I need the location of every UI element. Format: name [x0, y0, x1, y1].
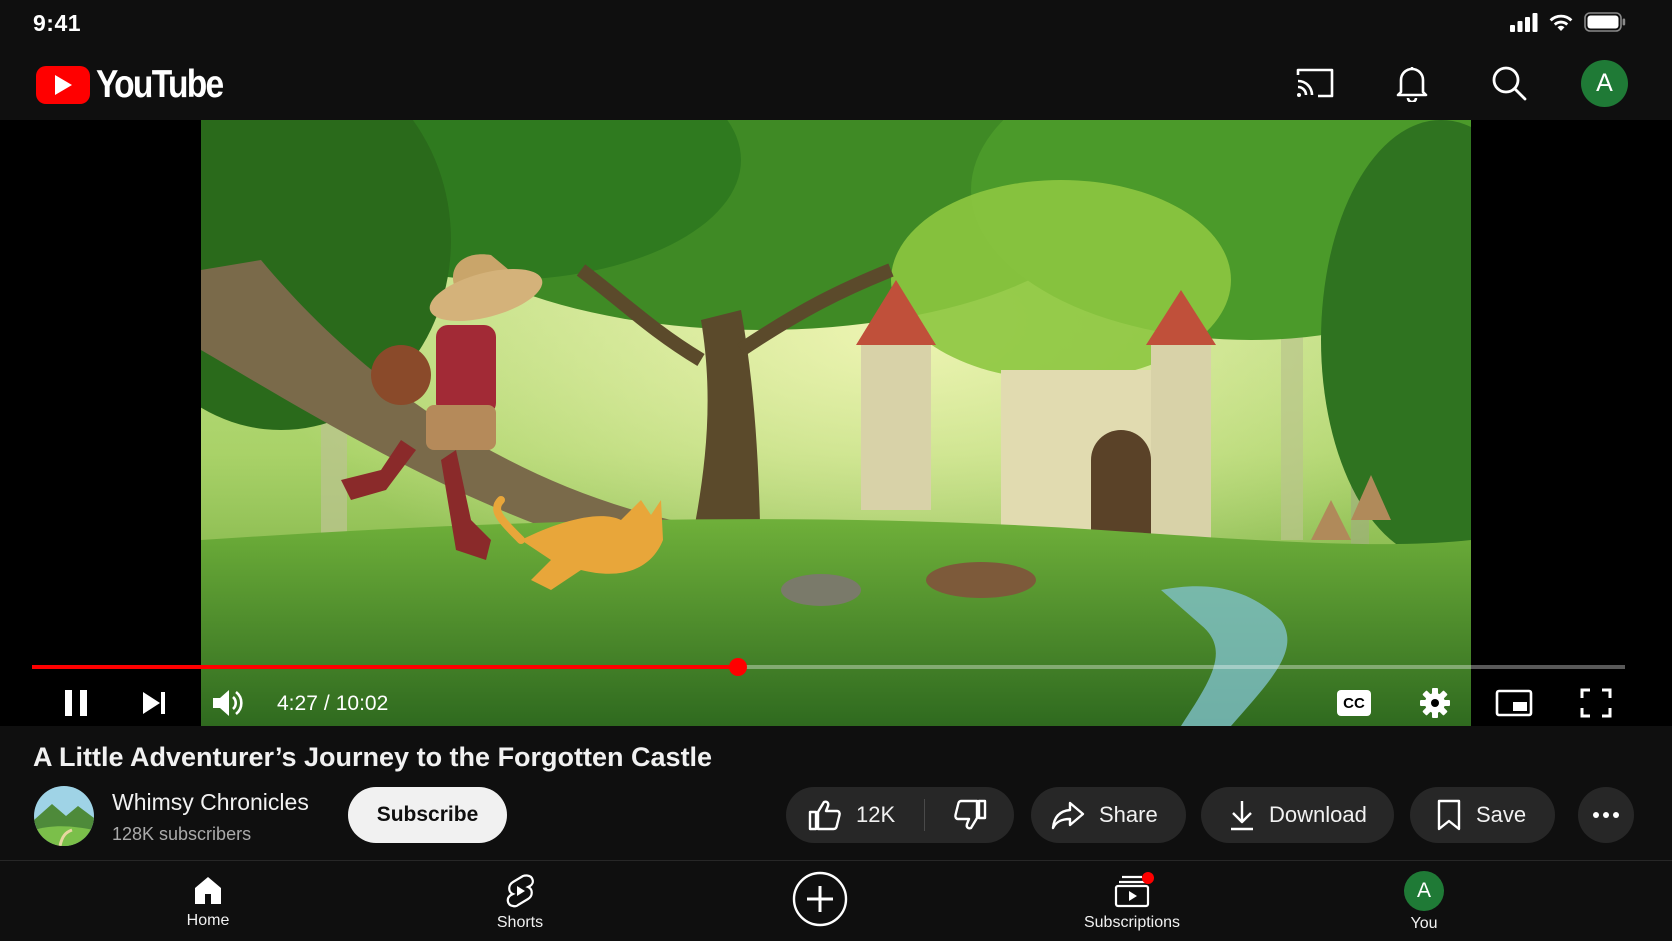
cellular-signal-icon — [1510, 13, 1538, 32]
progress-bar[interactable] — [32, 658, 1625, 676]
cc-label: CC — [1343, 694, 1365, 712]
miniplayer-icon — [1495, 689, 1533, 717]
thumbs-up-icon — [808, 800, 841, 831]
more-horizontal-icon — [1593, 812, 1619, 818]
video-player[interactable]: 4:27/10:02 CC — [0, 120, 1672, 726]
miniplayer-button[interactable] — [1494, 680, 1534, 726]
cast-button[interactable] — [1290, 58, 1340, 108]
bookmark-icon — [1437, 799, 1461, 831]
cast-icon — [1296, 68, 1334, 98]
account-avatar[interactable]: A — [1581, 59, 1628, 107]
nav-you[interactable]: A You — [1384, 861, 1464, 941]
bell-icon — [1396, 67, 1428, 102]
channel-name[interactable]: Whimsy Chronicles — [112, 789, 309, 816]
volume-button[interactable] — [208, 680, 248, 726]
nav-home[interactable]: Home — [168, 861, 248, 941]
video-frame[interactable] — [201, 120, 1471, 726]
cc-icon: CC — [1337, 690, 1371, 716]
video-scene-image — [201, 120, 1471, 726]
current-time: 4:27 — [277, 692, 318, 715]
download-label: Download — [1269, 802, 1367, 827]
youtube-play-icon — [36, 66, 90, 104]
nav-shorts-label: Shorts — [496, 914, 544, 931]
next-button[interactable] — [136, 680, 172, 726]
progress-played — [32, 665, 738, 669]
subscriber-count: 128K subscribers — [112, 824, 252, 844]
fullscreen-icon — [1580, 688, 1612, 718]
save-label: Save — [1476, 802, 1527, 827]
more-actions-button[interactable] — [1578, 787, 1634, 843]
search-icon — [1492, 66, 1527, 101]
wifi-icon — [1549, 14, 1573, 31]
player-controls: 4:27/10:02 CC — [0, 680, 1672, 726]
create-plus-icon — [792, 871, 848, 927]
like-button[interactable]: 12K — [786, 787, 924, 843]
youtube-wordmark: YouTube — [96, 63, 224, 106]
status-icons — [1510, 12, 1626, 32]
nav-shorts[interactable]: Shorts — [480, 861, 560, 941]
share-button[interactable]: Share — [1031, 787, 1186, 843]
duration: 10:02 — [335, 692, 389, 715]
download-icon — [1231, 801, 1253, 831]
nav-subscriptions-label: Subscriptions — [1083, 914, 1181, 931]
progress-track — [32, 665, 1625, 669]
gear-icon — [1420, 688, 1450, 718]
dislike-button[interactable] — [925, 787, 1014, 843]
header-actions: A — [1290, 58, 1628, 108]
search-button[interactable] — [1484, 58, 1534, 108]
time-separator: / — [323, 692, 330, 715]
nav-create[interactable] — [790, 861, 850, 941]
nav-home-label: Home — [186, 912, 230, 929]
save-button[interactable]: Save — [1410, 787, 1555, 843]
top-app-bar: YouTube A — [0, 48, 1672, 120]
notifications-button[interactable] — [1387, 58, 1437, 108]
like-dislike-group: 12K — [786, 787, 1014, 843]
share-label: Share — [1099, 802, 1158, 827]
channel-avatar[interactable] — [34, 786, 94, 846]
shorts-icon — [506, 874, 534, 908]
skip-next-icon — [143, 692, 165, 714]
progress-scrubber-handle[interactable] — [728, 658, 747, 676]
pause-button[interactable] — [56, 680, 96, 726]
channel-actions-row: Whimsy Chronicles 128K subscribers Subsc… — [34, 786, 1644, 846]
like-count: 12K — [856, 802, 896, 827]
video-title: A Little Adventurer’s Journey to the For… — [33, 742, 713, 772]
pause-icon — [65, 690, 87, 716]
battery-icon — [1584, 12, 1626, 32]
status-time: 9:41 — [33, 10, 82, 36]
subscribe-button[interactable]: Subscribe — [348, 787, 507, 843]
status-bar: 9:41 — [0, 0, 1672, 48]
captions-button[interactable]: CC — [1335, 680, 1373, 726]
subscriptions-icon-wrap — [1114, 872, 1154, 908]
time-readout: 4:27/10:02 — [277, 692, 388, 716]
download-button[interactable]: Download — [1201, 787, 1394, 843]
bottom-navigation: Home Shorts Subscriptions A You — [0, 860, 1672, 941]
nav-you-label: You — [1410, 915, 1438, 932]
youtube-logo[interactable]: YouTube — [36, 63, 243, 107]
share-icon — [1051, 801, 1085, 830]
avatar: A — [1404, 871, 1444, 911]
settings-button[interactable] — [1415, 680, 1455, 726]
notification-dot — [1142, 872, 1154, 884]
home-icon — [195, 877, 221, 904]
nav-subscriptions[interactable]: Subscriptions — [1072, 861, 1192, 941]
volume-icon — [213, 690, 243, 716]
fullscreen-button[interactable] — [1576, 680, 1616, 726]
thumbs-down-icon — [953, 799, 986, 830]
